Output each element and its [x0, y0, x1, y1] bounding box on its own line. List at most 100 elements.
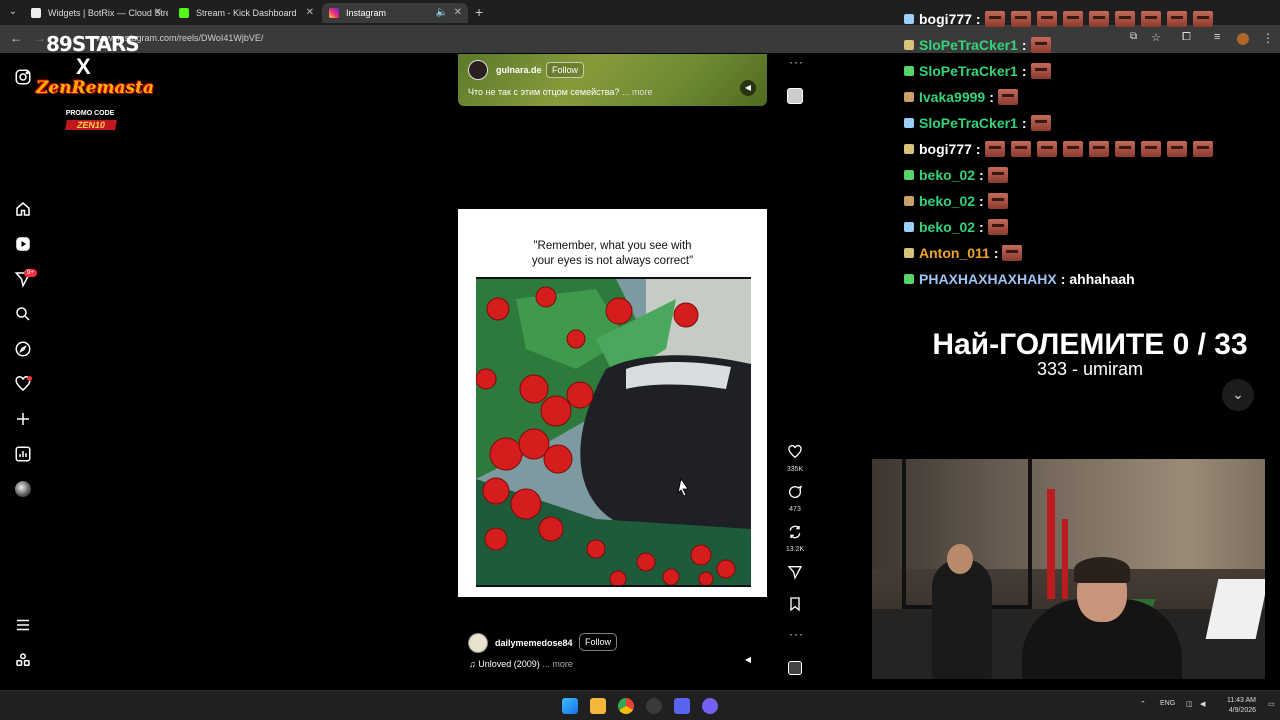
- goal-subtitle: 333 - umiram: [1036, 359, 1144, 379]
- follow-button[interactable]: Follow: [546, 62, 585, 78]
- more-link[interactable]: ... more: [542, 659, 573, 669]
- previous-reel[interactable]: gulnara.de Что не так с этим отцом семей…: [458, 54, 767, 106]
- tray-chevron-icon[interactable]: ⌃: [1140, 700, 1146, 708]
- back-arrow-icon[interactable]: ←: [10, 31, 22, 45]
- chat-username: SloPeTraCker1: [919, 63, 1018, 79]
- chat-username: beko_02: [919, 219, 976, 235]
- more-options-icon[interactable]: ···: [789, 627, 804, 641]
- avatar[interactable]: [468, 60, 488, 80]
- chat-emote: [1030, 37, 1051, 53]
- heart-icon: [788, 444, 802, 459]
- chat-message: SloPeTraCker1:: [904, 61, 1057, 81]
- save-button[interactable]: [784, 596, 806, 617]
- repost-icon: [789, 525, 801, 539]
- logo-stars-word: STARS: [71, 32, 140, 56]
- extensions-icon[interactable]: ⧠: [1182, 31, 1191, 44]
- badge-icon: [904, 274, 914, 284]
- chat-colon: :: [989, 89, 994, 105]
- reel-username[interactable]: gulnara.de: [496, 65, 542, 75]
- comment-count: 473: [789, 506, 801, 513]
- more-link[interactable]: ... more: [622, 87, 653, 97]
- chat-colon: :: [979, 193, 984, 209]
- whiteboard: [1205, 579, 1265, 639]
- speaker-icon[interactable]: 🔈: [436, 3, 448, 23]
- chat-username: beko_02: [919, 167, 976, 183]
- chat-emote: [1114, 141, 1135, 157]
- chat-username: beko_02: [919, 193, 976, 209]
- chat-emote: [1036, 141, 1057, 157]
- system-clock[interactable]: 11:43 AM 4/9/2026: [1222, 696, 1256, 716]
- close-icon[interactable]: ✕: [154, 3, 162, 23]
- share-button[interactable]: [784, 564, 806, 585]
- mute-speaker-icon[interactable]: ◀: [740, 80, 756, 96]
- chat-colon: :: [1060, 271, 1066, 287]
- tab-instagram[interactable]: Instagram 🔈 ✕: [322, 3, 468, 23]
- chrome-icon[interactable]: [618, 698, 634, 714]
- cast-icon[interactable]: ⧉: [1130, 31, 1137, 42]
- chat-emote: [1088, 11, 1109, 27]
- chat-emote: [1088, 141, 1109, 157]
- streamer-webcam: [872, 459, 1265, 679]
- create-plus-icon[interactable]: [13, 409, 33, 429]
- tab-kick-dashboard[interactable]: Stream - Kick Dashboard ✕: [172, 3, 320, 23]
- chat-emote: [987, 167, 1008, 183]
- repost-count: 13.2K: [785, 546, 805, 553]
- notifications-icon[interactable]: ▭: [1268, 700, 1275, 708]
- explore-compass-icon[interactable]: [13, 339, 33, 359]
- more-options-icon[interactable]: ···: [789, 55, 804, 69]
- new-tab-button[interactable]: +: [475, 4, 483, 20]
- menu-dots-icon[interactable]: ⋮: [1262, 31, 1274, 45]
- also-from-meta-icon[interactable]: [13, 650, 33, 670]
- network-icon[interactable]: ◫: [1186, 700, 1193, 708]
- clock-time: 11:43 AM: [1226, 697, 1256, 704]
- profile-avatar[interactable]: [15, 481, 31, 497]
- reels-icon[interactable]: [13, 234, 33, 254]
- windows-start-icon[interactable]: [562, 698, 578, 714]
- volume-icon[interactable]: ◀: [1200, 700, 1205, 708]
- audio-thumbnail[interactable]: [784, 88, 806, 109]
- chat-emote: [1192, 11, 1213, 27]
- comment-button[interactable]: 473: [784, 484, 806, 513]
- language-indicator[interactable]: ENG: [1160, 700, 1175, 707]
- close-icon[interactable]: ✕: [454, 3, 462, 23]
- like-button[interactable]: 335K: [784, 444, 806, 473]
- obs-icon[interactable]: [646, 698, 662, 714]
- original-audio-button[interactable]: [784, 661, 806, 680]
- dashboard-icon[interactable]: [13, 444, 33, 464]
- repost-button[interactable]: 13.2K: [784, 524, 806, 553]
- viber-icon[interactable]: [702, 698, 718, 714]
- equipment: [1062, 519, 1068, 599]
- reel-username[interactable]: dailymemedose84: [495, 638, 573, 648]
- reel-caption: Что не так с этим отцом семейства? ... m…: [468, 87, 652, 97]
- notification-dot: [27, 376, 32, 381]
- follow-button[interactable]: Follow: [579, 633, 618, 651]
- profile-avatar[interactable]: [1237, 33, 1249, 45]
- clock-date: 4/9/2026: [1228, 707, 1256, 714]
- star-bookmark-icon[interactable]: ☆: [1151, 31, 1161, 44]
- quote-line: "Remember, what you see with: [533, 240, 692, 252]
- chat-colon: :: [1021, 37, 1027, 53]
- home-icon[interactable]: [13, 199, 33, 219]
- send-icon: [787, 566, 803, 580]
- tab-label: Stream - Kick Dashboard: [196, 8, 297, 18]
- more-menu-icon[interactable]: [13, 615, 33, 635]
- current-reel[interactable]: "Remember, what you see with your eyes i…: [458, 128, 767, 679]
- badge-icon: [904, 66, 914, 76]
- chevron-down-icon[interactable]: ⌄: [1222, 379, 1254, 411]
- badge-icon: [904, 14, 914, 24]
- chat-emote: [1002, 245, 1023, 261]
- chat-message: bogi777:: [904, 9, 1219, 29]
- file-explorer-icon[interactable]: [590, 698, 606, 714]
- close-icon[interactable]: ✕: [306, 3, 314, 23]
- avatar[interactable]: [468, 633, 488, 653]
- instagram-favicon-icon: [329, 8, 339, 18]
- tab-botrix[interactable]: Widgets | BotRix — Cloud Strea ✕: [24, 3, 168, 23]
- media-control-icon[interactable]: ≡: [1214, 31, 1220, 43]
- instagram-logo-icon[interactable]: [13, 67, 33, 87]
- mute-speaker-icon[interactable]: ◀: [740, 652, 756, 668]
- discord-icon[interactable]: [674, 698, 690, 714]
- audio-avatar-icon: [787, 88, 803, 104]
- badge-icon: [904, 92, 914, 102]
- tab-search-icon[interactable]: ⌄: [6, 5, 20, 19]
- search-icon[interactable]: [13, 304, 33, 324]
